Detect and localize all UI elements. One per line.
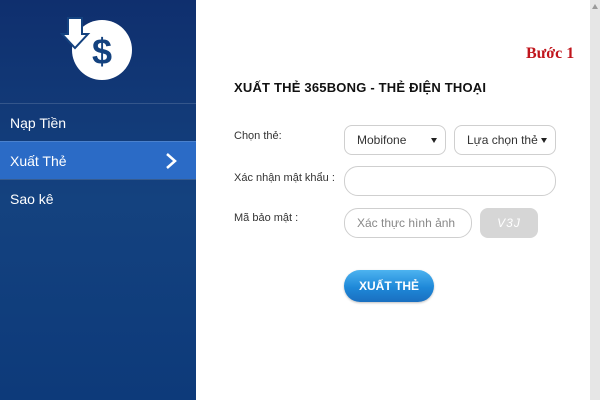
card-label: Chọn thẻ: xyxy=(234,130,282,142)
sidebar-item-label: Nạp Tiền xyxy=(10,114,67,131)
sidebar-item-sao-ke[interactable]: Sao kê xyxy=(0,179,196,217)
sidebar-item-xuat-the[interactable]: Xuất Thẻ xyxy=(0,141,196,179)
provider-select-value: Mobifone xyxy=(357,133,407,147)
svg-text:$: $ xyxy=(92,31,112,72)
main-panel: Bước 1 XUẤT THẺ 365BONG - THẺ ĐIỆN THOẠI… xyxy=(196,0,590,400)
password-input[interactable] xyxy=(344,166,556,196)
withdraw-dollar-icon: $ xyxy=(59,8,140,88)
sidebar-item-nap-tien[interactable]: Nạp Tiền xyxy=(0,103,196,141)
submit-button[interactable]: XUẤT THẺ xyxy=(344,270,434,302)
captcha-image: V3J xyxy=(480,208,538,238)
provider-select[interactable]: Mobifone xyxy=(344,125,446,155)
sidebar-item-label: Sao kê xyxy=(10,190,54,207)
password-label: Xác nhận mật khẩu : xyxy=(234,172,335,184)
security-code-placeholder: Xác thực hình ảnh xyxy=(357,216,456,230)
card-select-value: Lựa chọn thẻ xyxy=(467,133,538,147)
captcha-text: V3J xyxy=(497,216,521,230)
security-code-input[interactable]: Xác thực hình ảnh xyxy=(344,208,472,238)
security-label: Mã bảo mật : xyxy=(234,212,299,224)
page-title: XUẤT THẺ 365BONG - THẺ ĐIỆN THOẠI xyxy=(234,80,487,95)
step-indicator: Bước 1 xyxy=(526,45,575,62)
caret-down-icon xyxy=(541,138,547,143)
scrollbar[interactable] xyxy=(590,0,600,400)
chevron-right-icon xyxy=(166,153,177,169)
submit-button-label: XUẤT THẺ xyxy=(359,279,419,293)
sidebar-menu: Nạp Tiền Xuất Thẻ Sao kê xyxy=(0,103,196,217)
scroll-up-icon[interactable] xyxy=(592,4,598,9)
card-select[interactable]: Lựa chọn thẻ xyxy=(454,125,556,155)
caret-down-icon xyxy=(431,138,437,143)
sidebar-item-label: Xuất Thẻ xyxy=(10,152,67,169)
sidebar: $ Nạp Tiền Xuất Thẻ Sao kê xyxy=(0,0,196,400)
